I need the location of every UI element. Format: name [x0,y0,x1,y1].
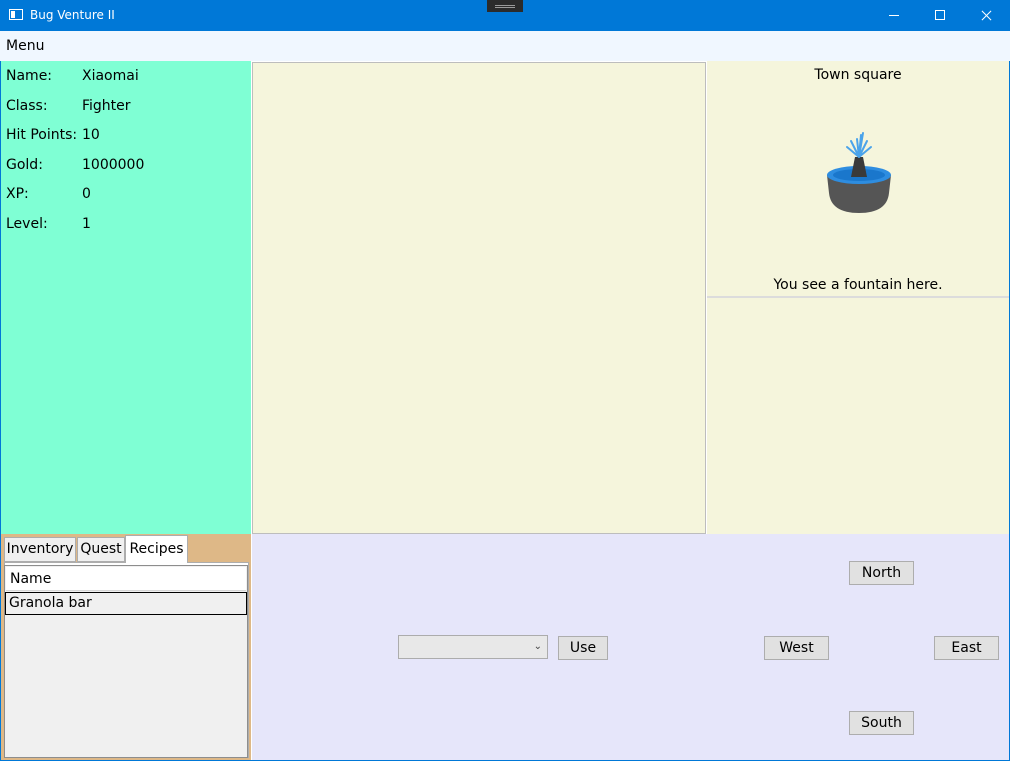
title-bar[interactable]: Bug Venture II [0,0,1010,31]
menu-bar: Menu [0,31,1010,61]
window-border [0,61,1010,761]
menu-item[interactable]: Menu [6,38,44,54]
app-icon [9,9,23,20]
tab-recipes[interactable]: Recipes [125,535,188,563]
window-grip-handle[interactable] [487,0,523,12]
close-button[interactable] [963,0,1009,31]
window-title: Bug Venture II [30,8,115,22]
maximize-button[interactable] [917,0,963,31]
minimize-button[interactable] [871,0,917,31]
